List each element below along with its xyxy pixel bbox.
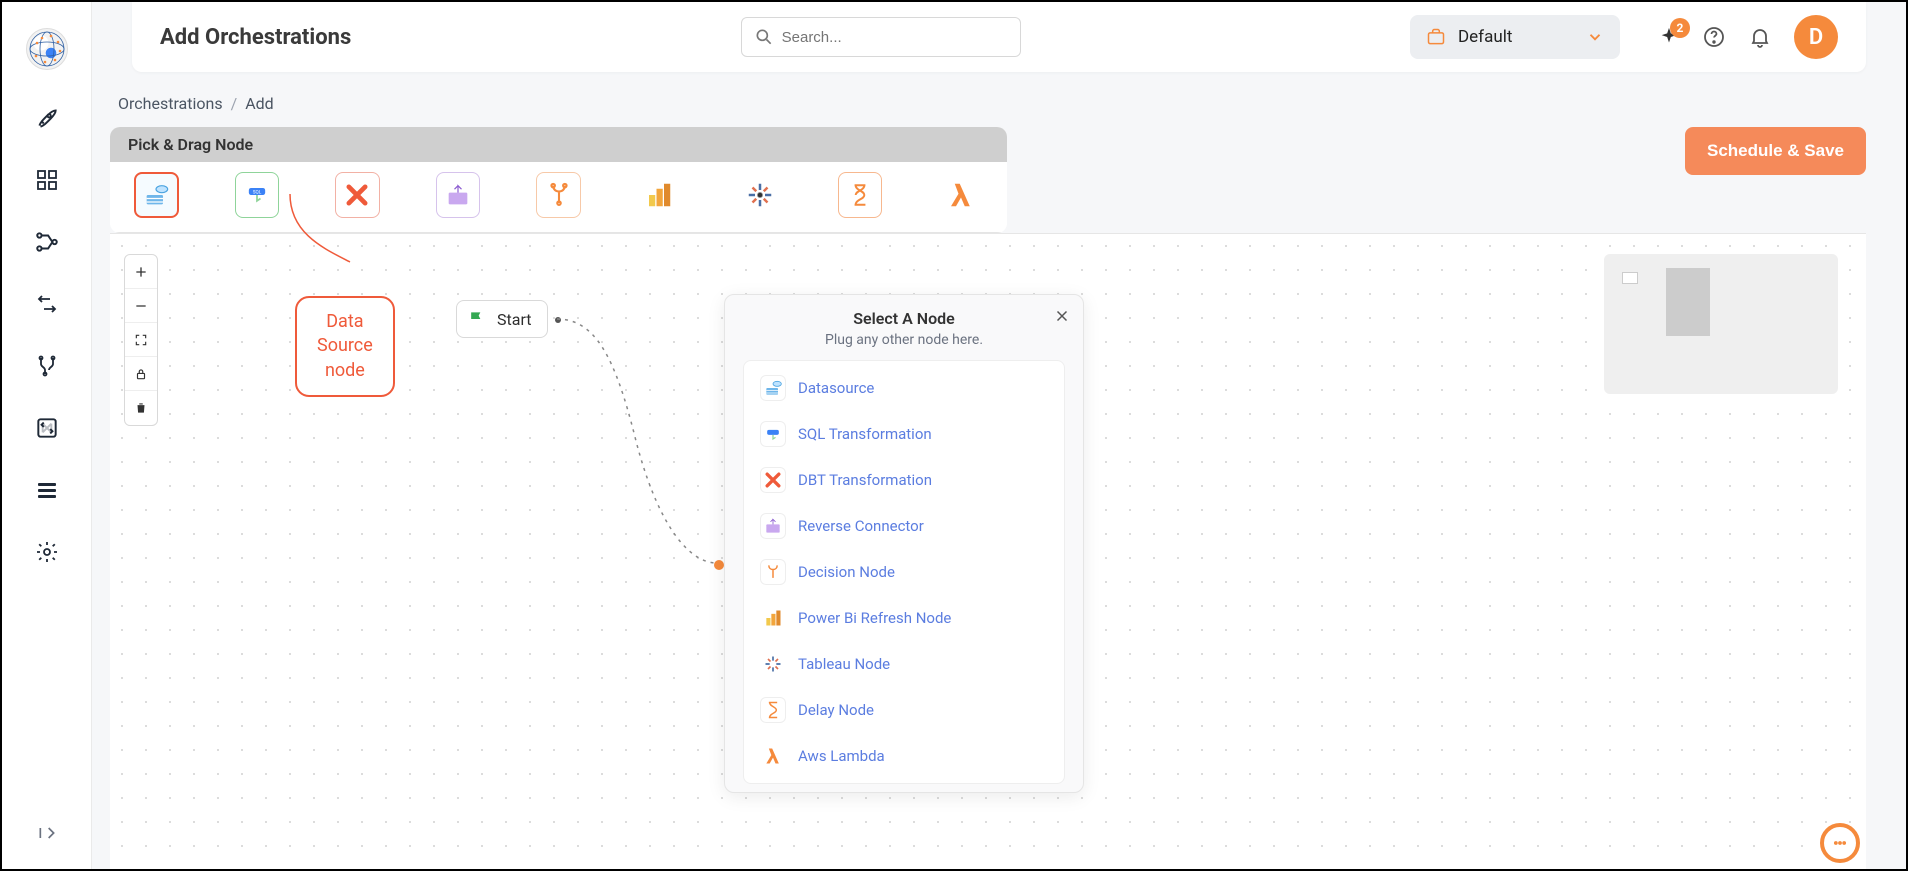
node-picker-item-label: Tableau Node — [798, 655, 890, 673]
node-picker-item-label: Aws Lambda — [798, 747, 885, 765]
node-palette: Pick & Drag Node SQL — [110, 127, 1007, 233]
palette-powerbi-node[interactable] — [637, 172, 682, 218]
help-icon[interactable] — [1702, 25, 1726, 49]
palette-sql-node[interactable]: SQL — [235, 172, 280, 218]
delete-button[interactable] — [125, 391, 157, 425]
nav-swap-icon[interactable] — [33, 290, 61, 318]
start-node-label: Start — [497, 310, 531, 329]
bell-icon[interactable] — [1748, 25, 1772, 49]
node-picker-item-decision[interactable]: Decision Node — [744, 549, 1064, 595]
canvas[interactable]: Data Source node Start — [110, 233, 1866, 869]
palette-reverse-node[interactable] — [436, 172, 481, 218]
node-picker-item-lambda[interactable]: Aws Lambda — [744, 733, 1064, 779]
search-icon — [754, 27, 774, 47]
sql-icon — [760, 421, 786, 447]
sidebar-collapse-icon[interactable] — [33, 819, 61, 847]
palette-decision-node[interactable] — [536, 172, 581, 218]
minimap[interactable] — [1604, 254, 1838, 394]
workspace-label: Default — [1458, 27, 1574, 47]
nav-rocket-icon[interactable] — [33, 104, 61, 132]
sidebar — [2, 2, 92, 869]
palette-lambda-node[interactable] — [938, 172, 983, 218]
node-picker-item-datasource[interactable]: Datasource — [744, 365, 1064, 411]
palette-datasource-node[interactable] — [134, 172, 179, 218]
nav-cycle-icon[interactable] — [33, 414, 61, 442]
minimap-start — [1622, 272, 1638, 284]
node-picker-item-sql[interactable]: SQL Transformation — [744, 411, 1064, 457]
delay-icon — [760, 697, 786, 723]
start-node-port[interactable] — [555, 317, 561, 323]
search-input[interactable] — [782, 29, 1008, 46]
breadcrumb-root[interactable]: Orchestrations — [118, 94, 223, 113]
nav-dashboard-icon[interactable] — [33, 166, 61, 194]
palette-header: Pick & Drag Node — [110, 127, 1007, 162]
workspace-select[interactable]: Default — [1410, 15, 1620, 59]
palette-delay-node[interactable] — [838, 172, 883, 218]
decision-icon — [760, 559, 786, 585]
node-picker-item-dbt[interactable]: DBT Transformation — [744, 457, 1064, 503]
node-picker: Select A Node Plug any other node here. … — [724, 294, 1084, 793]
node-picker-item-tableau[interactable]: Tableau Node — [744, 641, 1064, 687]
breadcrumb: Orchestrations / Add — [110, 94, 1866, 113]
dbt-icon — [760, 467, 786, 493]
page-title: Add Orchestrations — [160, 25, 351, 50]
breadcrumb-separator: / — [231, 94, 238, 113]
powerbi-icon — [760, 605, 786, 631]
palette-tableau-node[interactable] — [737, 172, 782, 218]
node-picker-subtitle: Plug any other node here. — [725, 332, 1083, 348]
reverse-icon — [760, 513, 786, 539]
app-logo — [26, 28, 68, 70]
sparkle-icon[interactable]: 2 — [1658, 26, 1680, 48]
avatar[interactable]: D — [1794, 15, 1838, 59]
schedule-save-button[interactable]: Schedule & Save — [1685, 127, 1866, 175]
nav-flow-icon[interactable] — [33, 228, 61, 256]
chat-fab[interactable] — [1820, 823, 1860, 863]
zoom-out-button[interactable] — [125, 289, 157, 323]
node-picker-item-reverse[interactable]: Reverse Connector — [744, 503, 1064, 549]
palette-dbt-node[interactable] — [335, 172, 380, 218]
node-picker-item-label: Power Bi Refresh Node — [798, 609, 951, 627]
notification-badge: 2 — [1670, 18, 1690, 38]
node-picker-item-delay[interactable]: Delay Node — [744, 687, 1064, 733]
breadcrumb-current: Add — [245, 94, 273, 113]
start-node[interactable]: Start — [456, 300, 548, 338]
tableau-icon — [760, 651, 786, 677]
zoom-in-button[interactable] — [125, 255, 157, 289]
node-picker-item-label: Delay Node — [798, 701, 874, 719]
search-box[interactable] — [741, 17, 1021, 57]
nav-settings-icon[interactable] — [33, 538, 61, 566]
nav-branch-icon[interactable] — [33, 352, 61, 380]
node-picker-title: Select A Node — [725, 309, 1083, 328]
node-picker-item-label: SQL Transformation — [798, 425, 932, 443]
close-icon[interactable] — [1053, 307, 1071, 325]
minimap-popup — [1666, 268, 1710, 336]
node-picker-item-label: Reverse Connector — [798, 517, 924, 535]
fit-view-button[interactable] — [125, 323, 157, 357]
flag-icon — [467, 309, 487, 329]
nav-list-icon[interactable] — [33, 476, 61, 504]
lambda-icon — [760, 743, 786, 769]
node-picker-item-label: Decision Node — [798, 563, 895, 581]
header: Add Orchestrations Default 2 — [132, 2, 1866, 72]
briefcase-icon — [1426, 27, 1446, 47]
canvas-controls — [124, 254, 158, 426]
datasource-icon — [760, 375, 786, 401]
annotation-callout: Data Source node — [295, 296, 395, 397]
node-picker-item-powerbi[interactable]: Power Bi Refresh Node — [744, 595, 1064, 641]
lock-button[interactable] — [125, 357, 157, 391]
chevron-down-icon — [1586, 28, 1604, 46]
edge-endpoint[interactable] — [714, 560, 724, 570]
node-picker-item-label: DBT Transformation — [798, 471, 932, 489]
node-picker-item-label: Datasource — [798, 379, 874, 397]
svg-text:SQL: SQL — [253, 189, 262, 195]
